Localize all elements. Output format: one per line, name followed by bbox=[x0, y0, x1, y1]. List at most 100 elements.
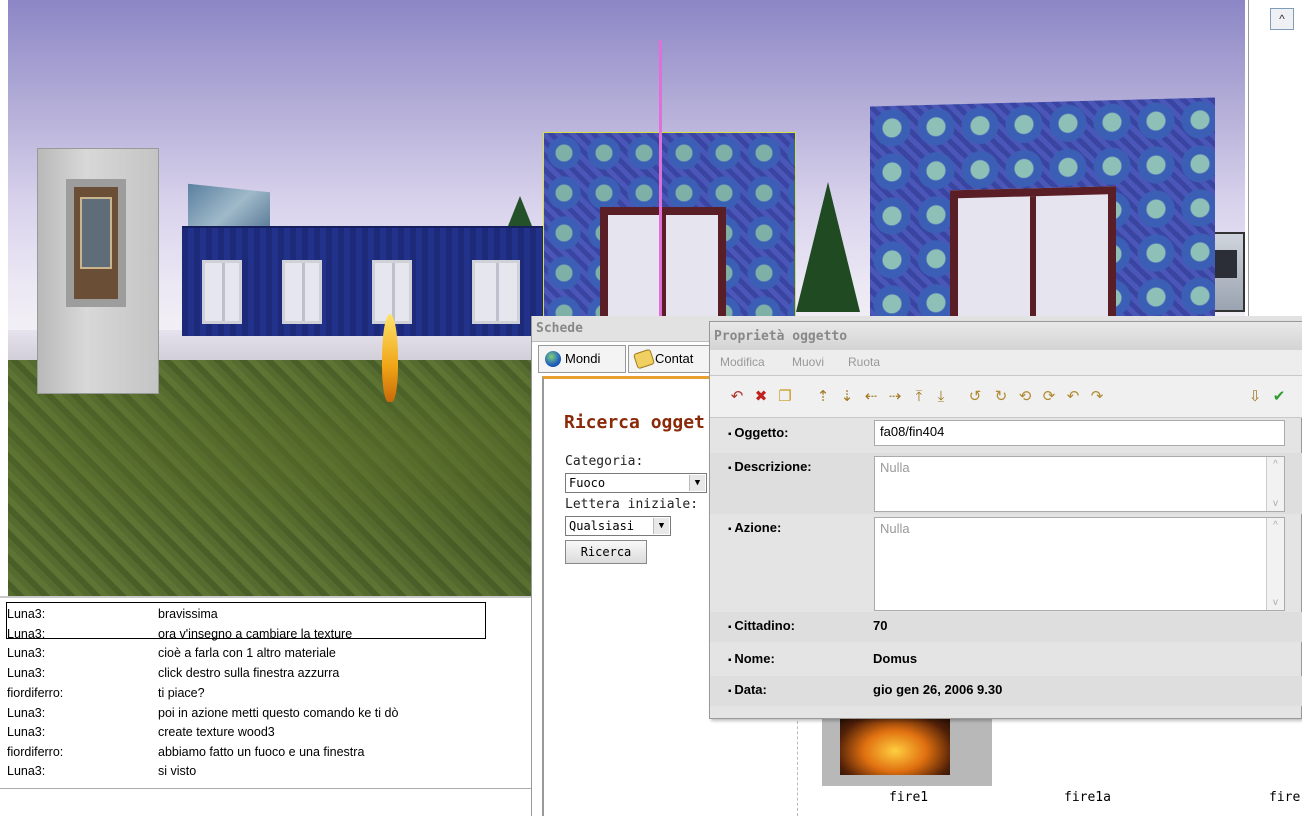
cittadino-value: 70 bbox=[873, 618, 888, 633]
category-value: Fuoco bbox=[569, 476, 606, 490]
chat-message: fiordiferro: ti piace? bbox=[7, 686, 527, 704]
move-down-icon[interactable]: ⇣ bbox=[838, 388, 856, 406]
chat-text: ora v'insegno a cambiare la texture bbox=[158, 627, 353, 641]
chat-author: Luna3: bbox=[7, 706, 46, 720]
chat-author: fiordiferro: bbox=[7, 686, 64, 700]
chat-text: bravissima bbox=[158, 607, 218, 621]
chat-text: si visto bbox=[158, 764, 197, 778]
category-label: Categoria: bbox=[565, 454, 644, 469]
descrizione-label: Descrizione: bbox=[728, 459, 811, 474]
chat-text: poi in azione metti questo comando ke ti… bbox=[158, 706, 399, 720]
undo-icon[interactable]: ↶ bbox=[728, 388, 746, 406]
nome-label: Nome: bbox=[728, 651, 774, 666]
tab-contatti[interactable]: Contat bbox=[628, 345, 712, 373]
tree bbox=[796, 182, 860, 312]
selection-axis-marker bbox=[659, 40, 662, 320]
cittadino-label: Cittadino: bbox=[728, 618, 795, 633]
results-divider bbox=[797, 721, 798, 816]
move-left-icon[interactable]: ⇠ bbox=[862, 388, 880, 406]
result-label[interactable]: fire1 bbox=[889, 790, 928, 805]
tilt-back-icon[interactable]: ⟳ bbox=[1040, 388, 1058, 406]
chat-text: ti piace? bbox=[158, 686, 205, 700]
chat-text: click destro sulla finestra azzurra bbox=[158, 666, 340, 680]
descrizione-scrollbar[interactable] bbox=[1266, 457, 1284, 511]
result-thumbnail-fire1[interactable] bbox=[822, 711, 992, 786]
row-oggetto: Oggetto: fa08/fin404 bbox=[710, 419, 1302, 453]
chat-panel: Luna3: bravissima Luna3: ora v'insegno a c… bbox=[0, 596, 533, 816]
menu-muovi[interactable]: Muovi bbox=[792, 355, 824, 369]
tilt-forward-icon[interactable]: ⟲ bbox=[1016, 388, 1034, 406]
tab-label: Mondi bbox=[565, 351, 601, 366]
select-icon[interactable]: ✔ bbox=[1270, 388, 1288, 406]
letter-select[interactable]: Qualsiasi ▼ bbox=[565, 516, 671, 536]
chat-text: cioè a farla con 1 altro materiale bbox=[158, 646, 336, 660]
chat-message: Luna3: si visto bbox=[7, 764, 527, 782]
rotate-left-icon[interactable]: ↺ bbox=[966, 388, 984, 406]
chat-message: Luna3: bravissima bbox=[7, 607, 527, 625]
chat-message: Luna3: create texture wood3 bbox=[7, 725, 527, 743]
viewport-edge bbox=[0, 0, 8, 596]
result-label[interactable]: fire bbox=[1269, 790, 1300, 805]
fire-object[interactable] bbox=[382, 314, 398, 402]
chat-author: Luna3: bbox=[7, 764, 46, 778]
row-data: Data: gio gen 26, 2006 9.30 bbox=[710, 676, 1302, 706]
row-azione: Azione: Nulla bbox=[710, 514, 1302, 611]
letter-value: Qualsiasi bbox=[569, 519, 635, 533]
chat-message: Luna3: ora v'insegno a cambiare la textur… bbox=[7, 627, 527, 645]
move-up-icon[interactable]: ⇡ bbox=[814, 388, 832, 406]
contacts-icon bbox=[632, 348, 656, 370]
chevron-down-icon: ▼ bbox=[653, 518, 669, 534]
chevron-down-icon: ▼ bbox=[689, 475, 705, 491]
right-scrollbar[interactable] bbox=[1248, 0, 1302, 316]
azione-label: Azione: bbox=[728, 520, 781, 535]
duplicate-icon[interactable]: ❐ bbox=[776, 388, 794, 406]
chat-message: Luna3: poi in azione metti questo comando… bbox=[7, 706, 527, 724]
selected-pattern-wall-object[interactable] bbox=[543, 132, 796, 327]
chat-author: Luna3: bbox=[7, 627, 46, 641]
azione-field[interactable]: Nulla bbox=[874, 517, 1285, 611]
azione-scrollbar[interactable] bbox=[1266, 518, 1284, 610]
globe-icon bbox=[545, 351, 561, 367]
chat-author: Luna3: bbox=[7, 725, 46, 739]
roll-right-icon[interactable]: ↷ bbox=[1088, 388, 1106, 406]
blue-building-object[interactable] bbox=[182, 226, 544, 336]
oggetto-label: Oggetto: bbox=[728, 425, 788, 440]
dialog-menu: Modifica Muovi Ruota bbox=[710, 350, 1302, 376]
object-properties-dialog: Proprietà oggetto Modifica Muovi Ruota ↶… bbox=[709, 321, 1302, 719]
search-button[interactable]: Ricerca bbox=[565, 540, 647, 564]
menu-ruota[interactable]: Ruota bbox=[848, 355, 880, 369]
rotate-right-icon[interactable]: ↻ bbox=[992, 388, 1010, 406]
search-title: Ricerca ogget bbox=[564, 412, 705, 433]
result-label[interactable]: fire1a bbox=[1064, 790, 1111, 805]
menu-modifica[interactable]: Modifica bbox=[720, 355, 765, 369]
tower-object[interactable] bbox=[37, 148, 159, 394]
oggetto-field[interactable]: fa08/fin404 bbox=[874, 420, 1285, 446]
move-right-icon[interactable]: ⇢ bbox=[886, 388, 904, 406]
data-label: Data: bbox=[728, 682, 767, 697]
app-window: ^ Luna3: bravissima Luna3: ora v'insegno a… bbox=[0, 0, 1302, 816]
chat-input[interactable] bbox=[0, 788, 533, 816]
descrizione-field[interactable]: Nulla bbox=[874, 456, 1285, 512]
roll-left-icon[interactable]: ↶ bbox=[1064, 388, 1082, 406]
dialog-title: Proprietà oggetto bbox=[710, 322, 1302, 350]
data-value: gio gen 26, 2006 9.30 bbox=[873, 682, 1003, 697]
chat-author: Luna3: bbox=[7, 607, 46, 621]
chat-author: Luna3: bbox=[7, 666, 46, 680]
category-select[interactable]: Fuoco ▼ bbox=[565, 473, 707, 493]
tab-label: Contat bbox=[655, 351, 694, 366]
tab-mondi[interactable]: Mondi bbox=[538, 345, 626, 373]
azione-placeholder: Nulla bbox=[880, 521, 910, 536]
delete-icon[interactable]: ✖ bbox=[752, 388, 770, 406]
row-descrizione: Descrizione: Nulla bbox=[710, 453, 1302, 514]
pattern-wall-object[interactable] bbox=[870, 97, 1215, 331]
row-nome: Nome: Domus bbox=[710, 642, 1302, 676]
scroll-up-icon[interactable]: ^ bbox=[1270, 8, 1294, 30]
chat-text: abbiamo fatto un fuoco e una finestra bbox=[158, 745, 365, 759]
lower-icon[interactable]: ⤓ bbox=[932, 388, 950, 406]
nome-value: Domus bbox=[873, 651, 918, 666]
chat-message: Luna3: click destro sulla finestra azzurr… bbox=[7, 666, 527, 684]
chat-message: Luna3: cioè a farla con 1 altro materiale bbox=[7, 646, 527, 664]
raise-icon[interactable]: ⤒ bbox=[910, 388, 928, 406]
chat-author: fiordiferro: bbox=[7, 745, 64, 759]
snap-icon[interactable]: ⇩ bbox=[1246, 388, 1264, 406]
